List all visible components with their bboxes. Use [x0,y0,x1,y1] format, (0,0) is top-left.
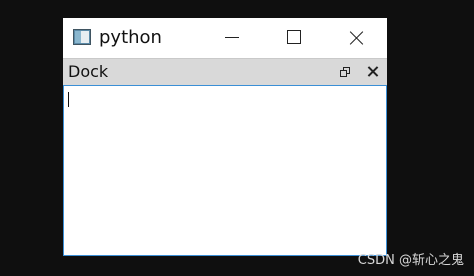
dock-close-icon [367,66,378,77]
dock-float-button[interactable] [336,62,356,82]
dock-titlebar: Dock [63,58,387,85]
text-editor[interactable] [63,85,387,256]
float-icon [340,67,350,77]
python-window: python Dock [63,18,387,256]
maximize-button[interactable] [263,18,325,58]
dock-close-button[interactable] [363,62,383,82]
minimize-icon [225,37,239,38]
float-front-square [340,70,347,77]
window-title: python [99,27,162,48]
maximize-icon [287,30,301,44]
dock-title: Dock [68,62,109,81]
window-titlebar: python [63,18,387,58]
text-caret [68,92,69,107]
close-button[interactable] [325,18,387,58]
minimize-button[interactable] [201,18,263,58]
python-app-icon [73,29,91,45]
screenshot-stage: python Dock CSDN @斩心之鬼 [0,0,474,276]
watermark: CSDN @斩心之鬼 [357,253,464,268]
close-icon [349,30,365,46]
